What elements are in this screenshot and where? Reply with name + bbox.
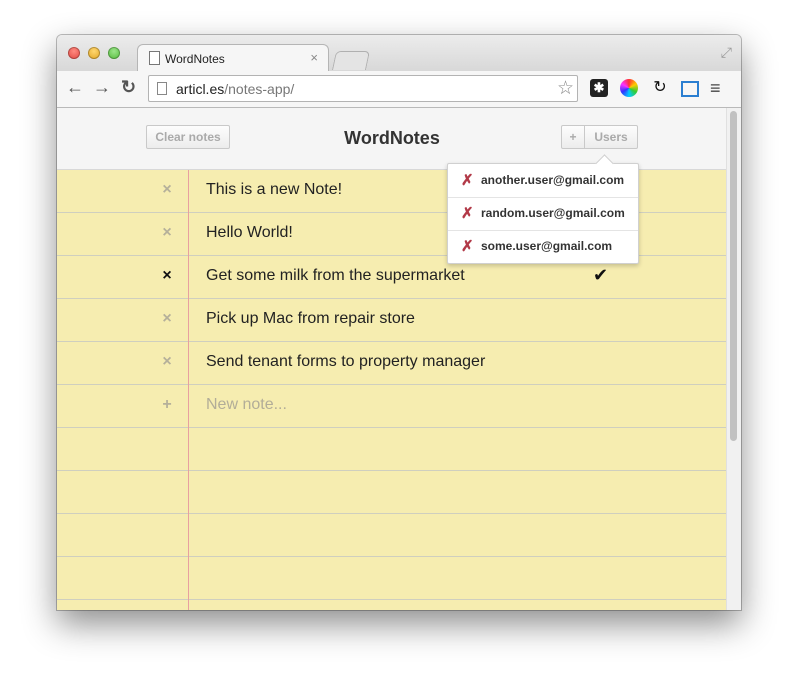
window-close-button[interactable]: [68, 47, 80, 59]
remove-user-icon[interactable]: ✗: [461, 237, 474, 255]
reload-icon[interactable]: ↻: [121, 77, 136, 98]
note-text[interactable]: This is a new Note!: [206, 181, 342, 199]
browser-toolbar: ← → ↻ articl.es/notes-app/ ☆ ✱ ↻ ≡: [57, 71, 741, 108]
new-tab-button[interactable]: [331, 51, 371, 70]
scrollbar[interactable]: [726, 108, 741, 610]
note-row: × Pick up Mac from repair store: [57, 299, 727, 342]
window-zoom-button[interactable]: [108, 47, 120, 59]
empty-line: [57, 471, 727, 514]
note-row: × Send tenant forms to property manager: [57, 342, 727, 385]
add-user-button[interactable]: +: [561, 125, 585, 149]
user-item: ✗ another.user@gmail.com: [448, 164, 638, 198]
screen-capture-extension-icon[interactable]: [681, 81, 699, 97]
remove-user-icon[interactable]: ✗: [461, 204, 474, 222]
user-email: some.user@gmail.com: [481, 239, 613, 253]
delete-note-icon[interactable]: ×: [157, 310, 177, 328]
page-icon: [157, 82, 167, 95]
back-icon[interactable]: ←: [66, 77, 84, 98]
margin-line: [188, 170, 189, 610]
new-note-row: + New note...: [57, 385, 727, 428]
delete-note-icon[interactable]: ×: [157, 267, 177, 285]
url-domain: articl.es: [176, 81, 225, 97]
asterisk-extension-icon[interactable]: ✱: [590, 79, 608, 97]
bookmark-star-icon[interactable]: ☆: [557, 77, 574, 100]
new-note-input[interactable]: New note...: [206, 396, 287, 414]
note-text[interactable]: Pick up Mac from repair store: [206, 310, 415, 328]
address-bar[interactable]: articl.es/notes-app/ ☆: [148, 75, 578, 102]
user-email: another.user@gmail.com: [481, 173, 625, 187]
empty-line: [57, 557, 727, 600]
fullscreen-icon[interactable]: ⤢: [721, 44, 732, 61]
window-minimize-button[interactable]: [88, 47, 100, 59]
delete-note-icon[interactable]: ×: [157, 224, 177, 242]
tab-close-icon[interactable]: ×: [310, 50, 318, 65]
empty-line: [57, 514, 727, 557]
page-viewport: Clear notes WordNotes + Users × This is …: [57, 108, 741, 610]
user-email: random.user@gmail.com: [481, 206, 625, 220]
note-text[interactable]: Send tenant forms to property manager: [206, 353, 485, 371]
title-bar: WordNotes × ⤢: [57, 35, 741, 72]
remove-user-icon[interactable]: ✗: [461, 171, 474, 189]
url-path: /notes-app/: [224, 81, 295, 97]
empty-line: [57, 428, 727, 471]
delete-note-icon[interactable]: ×: [157, 181, 177, 199]
browser-tab[interactable]: WordNotes ×: [137, 44, 329, 72]
add-note-icon[interactable]: +: [157, 396, 177, 414]
page-icon: [149, 51, 160, 65]
url-text: articl.es/notes-app/: [176, 81, 294, 97]
user-item: ✗ some.user@gmail.com: [448, 230, 638, 263]
user-item: ✗ random.user@gmail.com: [448, 197, 638, 231]
menu-icon[interactable]: ≡: [710, 79, 728, 97]
scroll-thumb[interactable]: [730, 111, 737, 441]
browser-window: WordNotes × ⤢ ← → ↻ articl.es/notes-app/…: [57, 35, 741, 610]
note-text[interactable]: Get some milk from the supermarket: [206, 267, 465, 285]
color-wheel-extension-icon[interactable]: [620, 79, 638, 97]
users-dropdown: ✗ another.user@gmail.com ✗ random.user@g…: [447, 163, 639, 264]
users-button[interactable]: Users: [584, 125, 638, 149]
tab-title: WordNotes: [165, 52, 225, 66]
checkmark-icon[interactable]: ✔: [593, 265, 608, 286]
app-header: Clear notes WordNotes + Users: [57, 108, 727, 170]
delete-note-icon[interactable]: ×: [157, 353, 177, 371]
forward-icon[interactable]: →: [93, 77, 111, 98]
note-text[interactable]: Hello World!: [206, 224, 293, 242]
sync-extension-icon[interactable]: ↻: [651, 79, 669, 97]
